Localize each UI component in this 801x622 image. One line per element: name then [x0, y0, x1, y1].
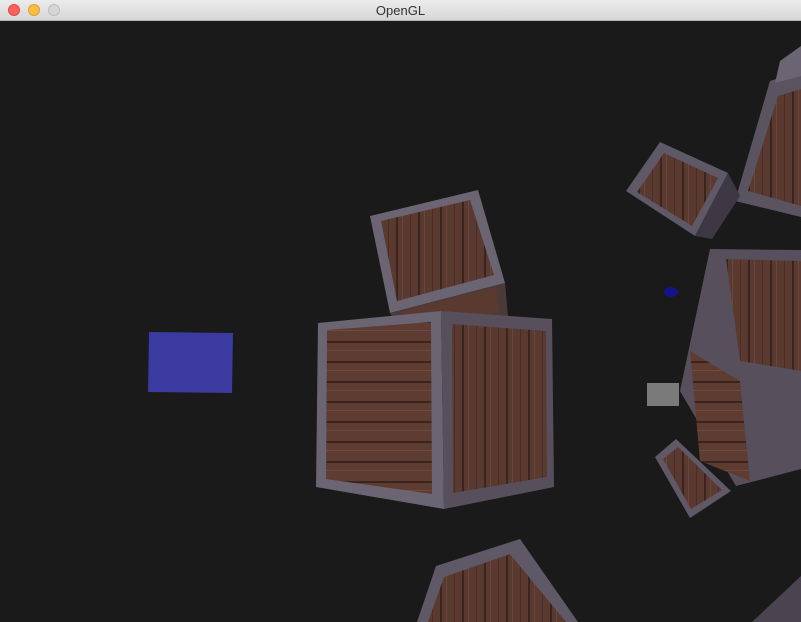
- crate-bottom-right: [752, 576, 801, 622]
- crate-upper-right: [735, 46, 801, 217]
- crate-bottom: [417, 539, 578, 622]
- opengl-window: OpenGL: [0, 0, 801, 622]
- gl-viewport[interactable]: [0, 21, 801, 622]
- light-cube-gray: [647, 383, 679, 406]
- crate-center: [316, 311, 554, 509]
- light-cube-blue: [148, 332, 233, 393]
- crate-right: [680, 249, 801, 486]
- scene-canvas: [148, 46, 801, 622]
- title-bar[interactable]: OpenGL: [0, 0, 801, 21]
- light-cube-small-blue: [664, 287, 678, 297]
- window-title: OpenGL: [375, 3, 426, 18]
- crate-mid-right: [626, 142, 740, 239]
- crate-top: [370, 190, 508, 321]
